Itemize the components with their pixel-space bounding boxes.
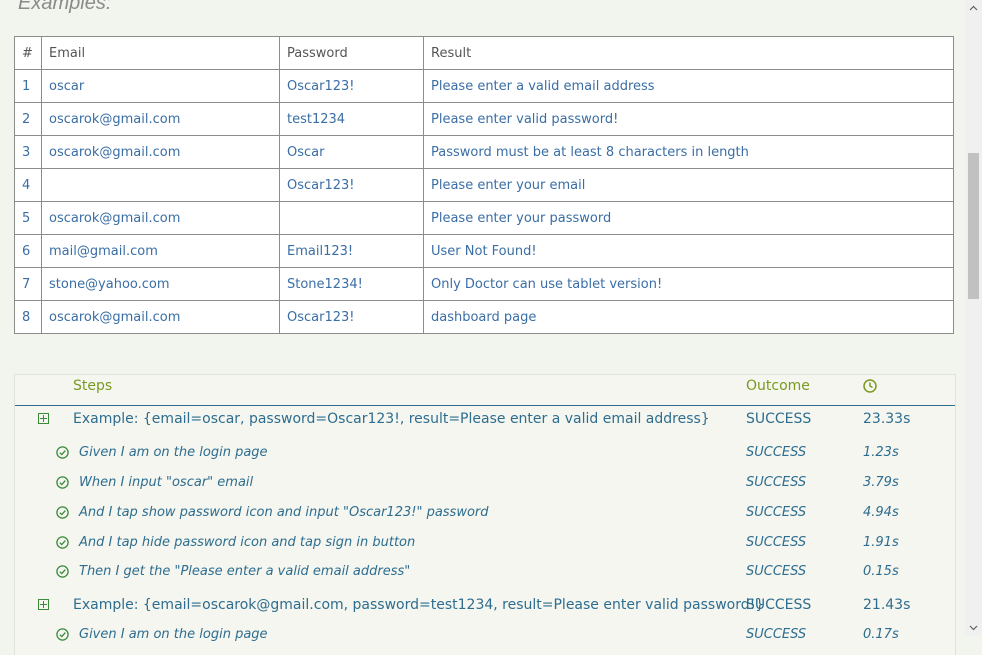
example-email: oscar (41, 69, 280, 103)
example-password: Oscar123! (279, 300, 424, 334)
header-result: Result (423, 36, 954, 70)
step-text: And I tap show password icon and input "… (79, 505, 489, 520)
example-index: 4 (14, 168, 42, 202)
example-row-summary[interactable]: Example: {email=oscar, password=Oscar123… (15, 405, 955, 435)
example-password: Email123! (279, 234, 424, 268)
outcome-value: SUCCESS (746, 597, 812, 613)
check-circle-icon (56, 628, 69, 641)
example-index: 5 (14, 201, 42, 235)
example-email: oscarok@gmail.com (41, 102, 280, 136)
step-row: And I tap show password icon and input "… (15, 499, 955, 529)
example-email: oscarok@gmail.com (41, 135, 280, 169)
example-index: 1 (14, 69, 42, 103)
example-title[interactable]: Example: {email=oscarok@gmail.com, passw… (73, 597, 764, 613)
header-outcome: Outcome (746, 378, 810, 394)
step-text: Given I am on the login page (79, 627, 268, 642)
example-email: oscarok@gmail.com (41, 300, 280, 334)
example-index: 6 (14, 234, 42, 268)
example-password: Oscar123! (279, 168, 424, 202)
step-row: When I input "oscar" email SUCCESS 3.79s (15, 469, 955, 499)
example-index: 7 (14, 267, 42, 301)
duration-value: 3.79s (863, 475, 899, 490)
example-result: Password must be at least 8 characters i… (423, 135, 954, 169)
outcome-value: SUCCESS (746, 505, 807, 520)
header-steps: Steps (73, 378, 113, 394)
step-row: Given I am on the login page SUCCESS 0.17s (15, 621, 955, 651)
example-row: 2 oscarok@gmail.com test1234 Please enter v… (14, 102, 954, 136)
step-row: And I tap hide password icon and tap sig… (15, 529, 955, 559)
outcome-value: SUCCESS (746, 475, 807, 490)
expand-plus-icon[interactable] (38, 599, 49, 610)
scroll-down-arrow-icon[interactable] (969, 623, 978, 632)
example-row: 5 oscarok@gmail.com Please enter your pass… (14, 201, 954, 235)
check-circle-icon (56, 565, 69, 578)
example-email: mail@gmail.com (41, 234, 280, 268)
duration-value: 1.23s (863, 445, 899, 460)
examples-title: Examples: (18, 0, 112, 14)
check-circle-icon (56, 506, 69, 519)
example-row-summary[interactable]: Example: {email=oscarok@gmail.com, passw… (15, 591, 955, 621)
duration-value: 23.33s (863, 411, 911, 427)
header-email: Email (41, 36, 280, 70)
scrollbar-thumb[interactable] (968, 153, 979, 299)
example-result: dashboard page (423, 300, 954, 334)
example-row: 6 mail@gmail.com Email123! User Not Found! (14, 234, 954, 268)
outcome-value: SUCCESS (746, 411, 812, 427)
outcome-value: SUCCESS (746, 627, 807, 642)
example-result: Please enter a valid email address (423, 69, 954, 103)
outcome-value: SUCCESS (746, 445, 807, 460)
example-row: 1 oscar Oscar123! Please enter a valid emai… (14, 69, 954, 103)
example-index: 2 (14, 102, 42, 136)
step-text: Given I am on the login page (79, 445, 268, 460)
example-index: 3 (14, 135, 42, 169)
clock-icon (863, 379, 877, 393)
example-password: Oscar123! (279, 69, 424, 103)
examples-header-row: # Email Password Result (14, 36, 954, 70)
example-result: User Not Found! (423, 234, 954, 268)
vertical-scrollbar[interactable] (965, 0, 982, 636)
example-result: Please enter valid password! (423, 102, 954, 136)
example-password: test1234 (279, 102, 424, 136)
scroll-up-arrow-icon[interactable] (969, 4, 978, 13)
example-index: 8 (14, 300, 42, 334)
example-row: 7 stone@yahoo.com Stone1234! Only Doctor ca… (14, 267, 954, 301)
step-row: Given I am on the login page SUCCESS 1.23s (15, 439, 955, 469)
duration-value: 1.91s (863, 535, 899, 550)
example-password: Oscar (279, 135, 424, 169)
check-circle-icon (56, 536, 69, 549)
example-password (279, 201, 424, 235)
example-row: 3 oscarok@gmail.com Oscar Password must be … (14, 135, 954, 169)
outcome-value: SUCCESS (746, 564, 807, 579)
example-email: stone@yahoo.com (41, 267, 280, 301)
expand-plus-icon[interactable] (38, 413, 49, 424)
step-text: When I input "oscar" email (79, 475, 254, 490)
example-email (41, 168, 280, 202)
duration-value: 0.17s (863, 627, 899, 642)
examples-table: # Email Password Result 1 oscar Oscar123! P… (14, 36, 954, 334)
example-result: Only Doctor can use tablet version! (423, 267, 954, 301)
example-row: 8 oscarok@gmail.com Oscar123! dashboard pag… (14, 300, 954, 334)
step-text: Then I get the "Please enter a valid ema… (79, 564, 411, 579)
example-title[interactable]: Example: {email=oscar, password=Oscar123… (73, 411, 710, 427)
example-row: 4 Oscar123! Please enter your email (14, 168, 954, 202)
step-text: And I tap hide password icon and tap sig… (79, 535, 416, 550)
check-circle-icon (56, 446, 69, 459)
example-password: Stone1234! (279, 267, 424, 301)
steps-header: Steps Outcome (15, 375, 955, 406)
example-email: oscarok@gmail.com (41, 201, 280, 235)
outcome-value: SUCCESS (746, 535, 807, 550)
example-result: Please enter your password (423, 201, 954, 235)
step-row: Then I get the "Please enter a valid ema… (15, 558, 955, 588)
duration-value: 21.43s (863, 597, 911, 613)
duration-value: 0.15s (863, 564, 899, 579)
example-result: Please enter your email (423, 168, 954, 202)
header-password: Password (279, 36, 424, 70)
steps-table: Steps Outcome Example: {email=oscar, pas… (14, 374, 956, 655)
duration-value: 4.94s (863, 505, 899, 520)
header-index: # (14, 36, 42, 70)
check-circle-icon (56, 476, 69, 489)
